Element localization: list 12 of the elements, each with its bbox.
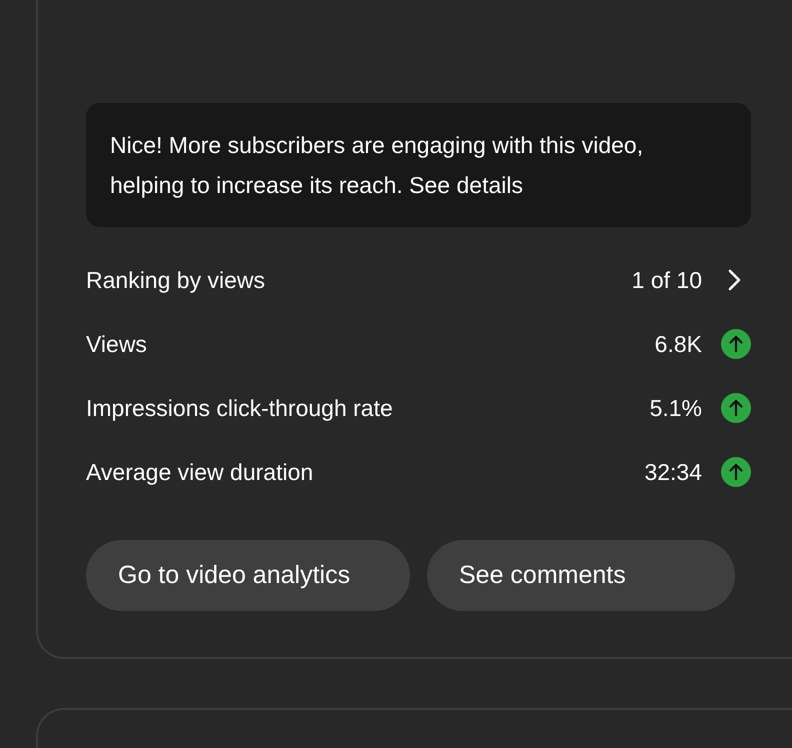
metric-value: 5.1% (650, 394, 702, 423)
metric-label: Average view duration (86, 458, 314, 487)
analytics-button[interactable]: Go to video analytics (86, 540, 410, 611)
metric-label: Impressions click-through rate (86, 394, 394, 423)
metric-value: 32:34 (644, 458, 702, 487)
chevron-right-icon[interactable] (727, 268, 743, 292)
comments-button[interactable]: See comments (427, 540, 735, 611)
metric-value: 6.8K (654, 330, 702, 359)
metric-label: Views (86, 330, 148, 359)
metric-value: 1 of 10 (632, 266, 702, 295)
insight-text: Nice! More subscribers are engaging with this video, helping to increase its reach. See details (86, 103, 751, 227)
metric-label: Ranking by views (86, 266, 266, 295)
